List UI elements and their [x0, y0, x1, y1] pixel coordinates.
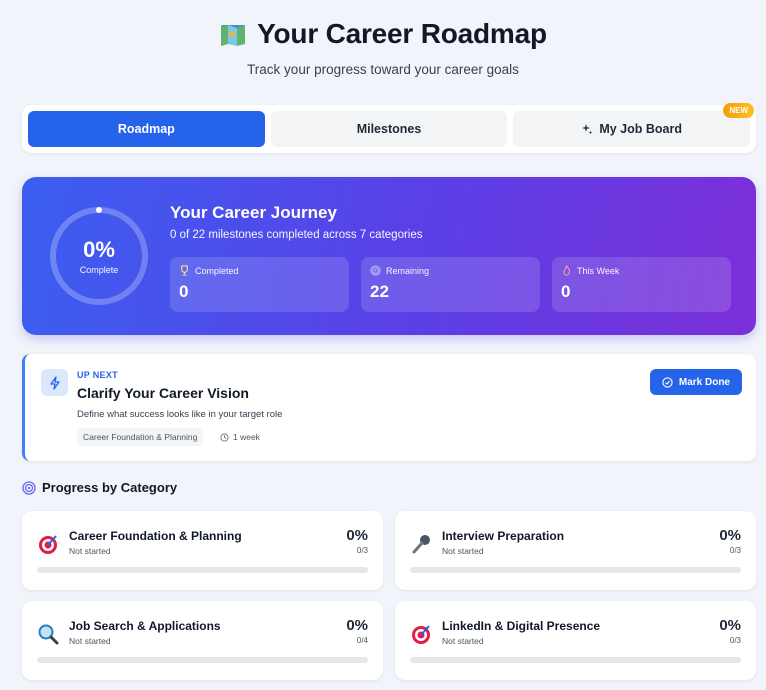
- category-chip: Career Foundation & Planning: [77, 428, 204, 446]
- up-next-description: Define what success looks like in your t…: [77, 409, 283, 420]
- journey-title: Your Career Journey: [170, 203, 337, 222]
- check-circle-icon: [662, 376, 673, 388]
- trophy-icon: [181, 265, 188, 276]
- category-status: Not started: [442, 636, 484, 646]
- stat-remaining: Remaining 22: [361, 257, 540, 312]
- up-next-title: Clarify Your Career Vision: [77, 385, 249, 401]
- tab-label: My Job Board: [599, 122, 682, 136]
- tab-milestones[interactable]: Milestones: [270, 111, 508, 147]
- stat-label: Completed: [195, 265, 239, 276]
- map-icon: [221, 25, 246, 46]
- stat-label: Remaining: [386, 265, 430, 276]
- mark-done-button[interactable]: Mark Done: [649, 369, 742, 395]
- category-status: Not started: [442, 546, 484, 556]
- category-progress-bar: [37, 567, 368, 573]
- category-name: Career Foundation & Planning: [69, 529, 242, 543]
- tab-label: Roadmap: [117, 122, 175, 136]
- stat-this-week: This Week 0: [552, 257, 731, 312]
- category-count: 0/3: [729, 546, 741, 555]
- stat-completed: Completed 0: [170, 257, 349, 312]
- tab-label: Milestones: [356, 122, 422, 136]
- dart-target-icon: [410, 623, 432, 645]
- category-name: LinkedIn & Digital Presence: [442, 619, 601, 633]
- category-count: 0/3: [729, 636, 741, 645]
- duration-text: 1 week: [233, 432, 260, 442]
- career-journey-card: 0% Complete Your Career Journey 0 of 22 …: [22, 177, 756, 335]
- category-percent: 0%: [719, 527, 741, 544]
- category-status: Not started: [69, 636, 111, 646]
- stat-value: 0: [179, 282, 189, 301]
- page-title: Your Career Roadmap: [257, 18, 547, 49]
- tab-roadmap[interactable]: Roadmap: [28, 111, 265, 147]
- progress-label: Complete: [79, 265, 119, 275]
- category-name: Job Search & Applications: [69, 619, 221, 633]
- target-icon: [22, 480, 36, 495]
- lightning-icon: [49, 375, 60, 390]
- category-card[interactable]: Career Foundation & Planning Not started…: [22, 511, 383, 590]
- category-progress-bar: [410, 657, 741, 663]
- category-card[interactable]: Job Search & Applications Not started 0%…: [22, 601, 383, 680]
- up-next-card: UP NEXT Clarify Your Career Vision Defin…: [22, 354, 756, 461]
- up-next-tag: UP NEXT: [77, 370, 118, 380]
- category-percent: 0%: [346, 527, 368, 544]
- new-badge: NEW: [723, 103, 755, 118]
- category-card[interactable]: Interview Preparation Not started 0% 0/3: [395, 511, 756, 590]
- stat-value: 22: [370, 282, 389, 301]
- tab-bar: Roadmap Milestones My Job Board NEW: [22, 103, 756, 153]
- stat-value: 0: [561, 282, 571, 301]
- mark-done-label: Mark Done: [678, 376, 730, 388]
- flame-icon: [563, 265, 570, 276]
- category-status: Not started: [69, 546, 111, 556]
- journey-subtitle: 0 of 22 milestones completed across 7 ca…: [170, 229, 423, 241]
- category-progress-bar: [410, 567, 741, 573]
- category-progress-bar: [37, 657, 368, 663]
- category-name: Interview Preparation: [442, 529, 565, 543]
- bolt-icon-box: [41, 369, 68, 396]
- page-subtitle: Track your progress toward your career g…: [247, 62, 519, 77]
- microphone-icon: [410, 533, 432, 555]
- page-header: Your Career Roadmap Track your progress …: [0, 0, 766, 77]
- category-count: 0/3: [356, 546, 368, 555]
- section-title: Progress by Category: [42, 480, 178, 495]
- clock-icon: [220, 432, 229, 442]
- sparkles-icon: [582, 124, 593, 135]
- magnifier-icon: [37, 623, 59, 645]
- title-row: Your Career Roadmap: [0, 18, 766, 50]
- tab-my-job-board[interactable]: My Job Board NEW: [513, 103, 755, 147]
- category-card[interactable]: LinkedIn & Digital Presence Not started …: [395, 601, 756, 680]
- category-percent: 0%: [346, 617, 368, 634]
- category-percent: 0%: [719, 617, 741, 634]
- progress-percent: 0%: [83, 237, 115, 262]
- stat-label: This Week: [577, 265, 620, 276]
- progress-by-category-heading: Progress by Category: [22, 480, 177, 495]
- dart-target-icon: [37, 533, 59, 555]
- duration: 1 week: [220, 432, 260, 442]
- progress-ring-text: 0% Complete: [48, 205, 150, 307]
- category-count: 0/4: [356, 636, 368, 645]
- target-icon: [370, 265, 381, 276]
